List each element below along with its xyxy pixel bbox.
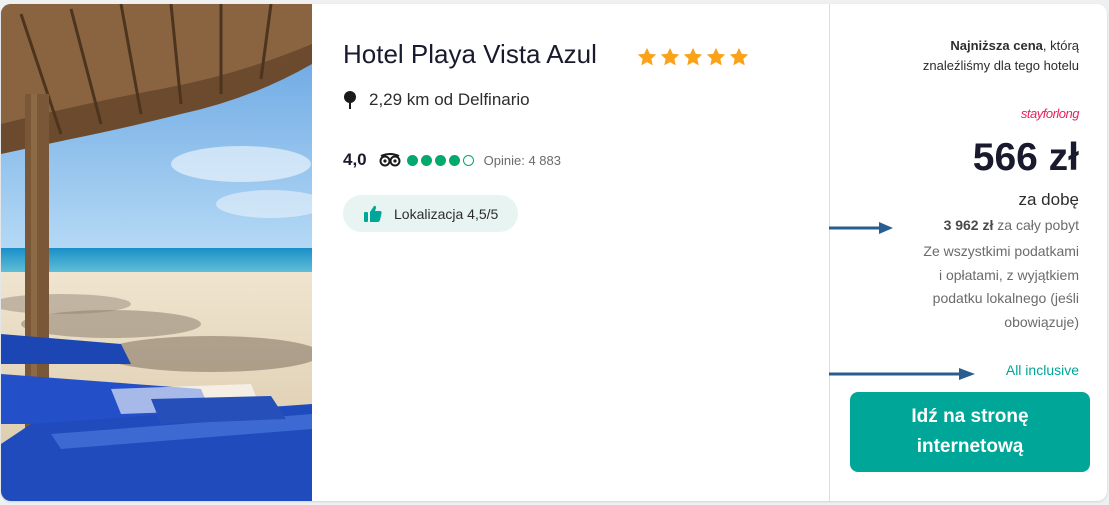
meal-plan: All inclusive — [1005, 362, 1079, 378]
beach-image — [1, 4, 312, 501]
review-count: Opinie: 4 883 — [483, 152, 561, 168]
star-icon — [637, 47, 657, 66]
go-to-website-button[interactable]: Idź na stronę internetową — [850, 392, 1090, 472]
total-stay-price: 3 962 zł za cały pobyt — [944, 217, 1079, 233]
lowest-price-bold: Najniższa cena — [950, 38, 1043, 53]
thumbs-up-icon — [364, 205, 382, 222]
lowest-price-note: Najniższa cena, którą znaleźliśmy dla te… — [923, 36, 1079, 76]
total-price-amount: 3 962 zł — [943, 217, 994, 233]
rating-score: 4,0 — [343, 150, 367, 169]
hotel-star-rating — [636, 46, 750, 68]
tripadvisor-owl-icon — [379, 153, 401, 167]
hotel-location: 2,29 km od Delfinario — [343, 90, 530, 110]
rating-bubble-empty — [462, 154, 474, 166]
rating-bubble-full — [420, 154, 432, 166]
hotel-info: Hotel Playa Vista Azul 2,29 km od Delfin… — [343, 4, 823, 501]
cta-label-line1: Idź na stronę — [911, 406, 1029, 427]
total-price-label: za cały pobyt — [993, 217, 1079, 233]
tax-note-line: Ze wszystkimi podatkami — [923, 243, 1079, 259]
distance-text: 2,29 km od Delfinario — [369, 90, 530, 109]
rating-bubble-full — [406, 154, 418, 166]
price-panel: Najniższa cena, którą znaleźliśmy dla te… — [830, 4, 1107, 501]
location-score-text: Lokalizacja 4,5/5 — [394, 205, 499, 222]
tripadvisor-rating[interactable]: 4,0 Opinie: 4 883 — [343, 150, 561, 170]
rating-bubble-full — [434, 154, 446, 166]
hotel-photo[interactable] — [1, 4, 312, 501]
star-icon — [683, 47, 703, 66]
rating-bubbles — [406, 154, 474, 166]
star-icon — [660, 47, 680, 66]
tax-note-line: i opłatami, z wyjątkiem — [938, 266, 1079, 283]
provider-logo: stayforlong — [1020, 106, 1080, 121]
location-score-badge: Lokalizacja 4,5/5 — [343, 195, 519, 232]
per-night-label: za dobę — [1018, 190, 1080, 209]
tax-note-line: podatku lokalnego (jeśli — [932, 290, 1079, 306]
star-icon — [729, 47, 749, 66]
star-icon — [706, 47, 726, 66]
arrow-right-icon — [829, 222, 893, 234]
price-per-night[interactable]: 566 zł — [973, 136, 1079, 180]
lowest-price-line2: znaleźliśmy dla tego hotelu — [922, 58, 1079, 73]
arrow-right-icon — [829, 368, 975, 380]
tax-note-line: obowiązuje) — [1004, 313, 1079, 330]
hotel-name-link[interactable]: Hotel Playa Vista Azul — [343, 39, 597, 70]
lowest-price-rest: , którą — [1042, 38, 1079, 53]
hotel-result-card[interactable]: Hotel Playa Vista Azul 2,29 km od Delfin… — [1, 4, 1107, 501]
tax-note: Ze wszystkimi podatkami i opłatami, z wy… — [923, 240, 1079, 334]
rating-bubble-full — [448, 154, 460, 166]
map-pin-icon — [344, 91, 356, 109]
cta-label-line2: internetową — [916, 436, 1024, 457]
